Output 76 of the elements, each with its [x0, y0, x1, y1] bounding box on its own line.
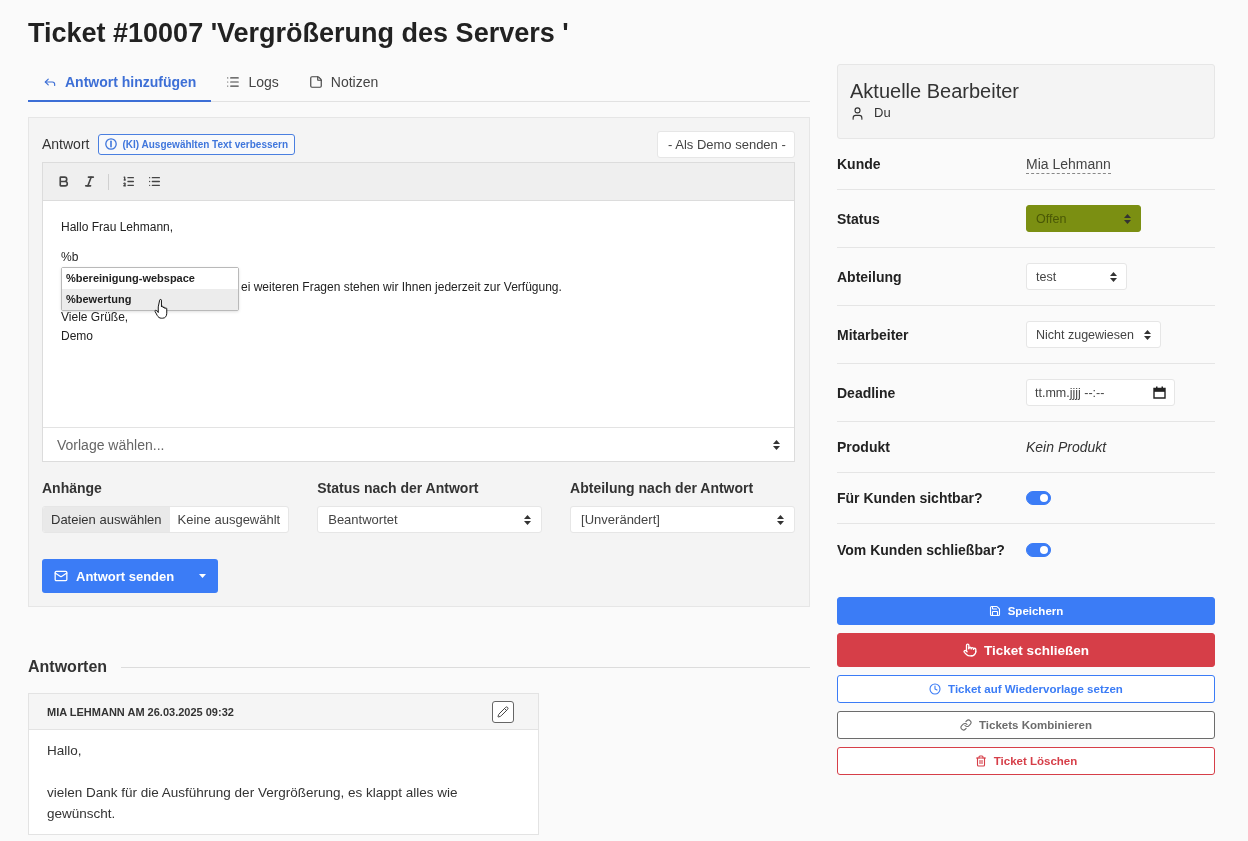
select-field[interactable]: [Unverändert]	[570, 506, 795, 533]
link-icon	[960, 719, 973, 731]
reply-icon	[43, 75, 57, 89]
product-value: Kein Produkt	[1026, 439, 1107, 455]
updown-arrows-icon	[1110, 271, 1117, 282]
caret-icon	[198, 574, 206, 578]
property-label: Abteilung	[837, 268, 903, 285]
save-icon	[988, 605, 1001, 617]
property-label: Vom Kunden schließbar?	[837, 541, 1006, 558]
tab[interactable]: Notizen	[293, 64, 394, 102]
mail-icon	[54, 569, 68, 583]
autocomplete-item[interactable]: %bewertung	[62, 289, 238, 310]
updown-arrows-icon	[524, 514, 532, 525]
circle-bar-icon	[105, 138, 118, 150]
customer-link[interactable]: Mia Lehmann	[1026, 154, 1111, 174]
property-label: Status	[837, 210, 881, 227]
editor-text-line: %b	[61, 249, 79, 266]
reply-text: vielen Dank für die Ausführung der Vergrößerung, es klappt alles wie gewünscht.	[47, 784, 459, 823]
field-label: Abteilung nach der Antwort	[570, 479, 755, 497]
italic-icon	[82, 175, 96, 188]
editor-text-line: Demo	[61, 328, 93, 345]
select-field[interactable]: Nicht zugewiesen	[1026, 321, 1161, 348]
ai-improve-button[interactable]: (KI) Ausgewählten Text verbessern	[98, 133, 296, 155]
tab[interactable]: Logs	[211, 64, 294, 102]
choose-files-button[interactable]: Dateien auswählen	[43, 507, 170, 532]
action-button[interactable]: Ticket schließen	[837, 633, 1215, 667]
action-button[interactable]: Tickets Kombinieren	[837, 711, 1215, 739]
field-label: Anhänge	[42, 479, 103, 497]
tab[interactable]: Antwort hinzufügen	[28, 64, 212, 102]
select-field[interactable]: Beantwortet	[317, 506, 543, 533]
numbered-list-icon	[121, 175, 135, 188]
reply-text: Hallo,	[47, 742, 83, 760]
toggle-switch[interactable]	[1026, 491, 1051, 505]
property-label: Mitarbeiter	[837, 326, 910, 343]
list-icon	[226, 75, 241, 89]
dropdown-toggle-button[interactable]	[186, 559, 219, 593]
editor-text-line: Hallo Frau Lehmann,	[61, 219, 174, 236]
clock-icon	[929, 683, 942, 695]
user-name: Du	[874, 104, 891, 122]
edit-button[interactable]	[492, 700, 514, 723]
toggle-switch[interactable]	[1026, 542, 1051, 557]
field-label: Status nach der Antwort	[317, 479, 480, 497]
page-title: Ticket #10007 'Vergrößerung des Servers '	[28, 17, 570, 50]
date-field[interactable]: tt.mm.jjjj --:--	[1026, 379, 1175, 406]
note-icon	[308, 75, 323, 89]
reply-author-date: MIA LEHMANN AM 26.03.2025 09:32	[47, 705, 234, 718]
property-label: Für Kunden sichtbar?	[837, 490, 984, 506]
property-label: Kunde	[837, 156, 882, 172]
editor-text-line: Viele Grüße,	[61, 309, 129, 326]
hand-pointer-icon	[963, 643, 978, 657]
bullet-list-icon	[147, 175, 161, 188]
send-as-select[interactable]: - Als Demo senden -	[657, 130, 795, 158]
send-reply-button[interactable]: Antwort senden	[42, 559, 187, 593]
template-select[interactable]: Vorlage wählen...	[43, 427, 794, 461]
panel-title: Aktuelle Bearbeiter	[850, 79, 1020, 104]
section-heading: Antworten	[28, 657, 108, 677]
action-button[interactable]: Ticket auf Wiedervorlage setzen	[837, 675, 1215, 703]
updown-arrows-icon	[1143, 329, 1151, 340]
action-button[interactable]: Speichern	[837, 597, 1215, 625]
select-field[interactable]: test	[1026, 263, 1127, 290]
editor-text-line: ei weiteren Fragen stehen wir Ihnen jederzeit zur Verfügung.	[241, 279, 562, 296]
reply-label: Antwort	[42, 136, 90, 152]
updown-arrows-icon	[1124, 213, 1131, 224]
calendar-icon[interactable]	[1153, 386, 1166, 399]
property-label: Deadline	[837, 384, 897, 401]
pencil-icon	[497, 705, 509, 718]
property-label: Produkt	[837, 439, 891, 455]
user-icon	[850, 105, 865, 121]
file-input[interactable]: Dateien auswählen Keine ausgewählt	[42, 506, 290, 533]
autocomplete-item[interactable]: %bereinigung-webspace	[62, 268, 238, 289]
trash-icon	[974, 755, 987, 767]
updown-arrows-icon	[777, 514, 784, 525]
updown-arrows-icon	[773, 439, 780, 450]
bold-icon	[56, 175, 70, 188]
action-button[interactable]: Ticket Löschen	[837, 747, 1215, 775]
file-input-value: Keine ausgewählt	[176, 511, 282, 529]
